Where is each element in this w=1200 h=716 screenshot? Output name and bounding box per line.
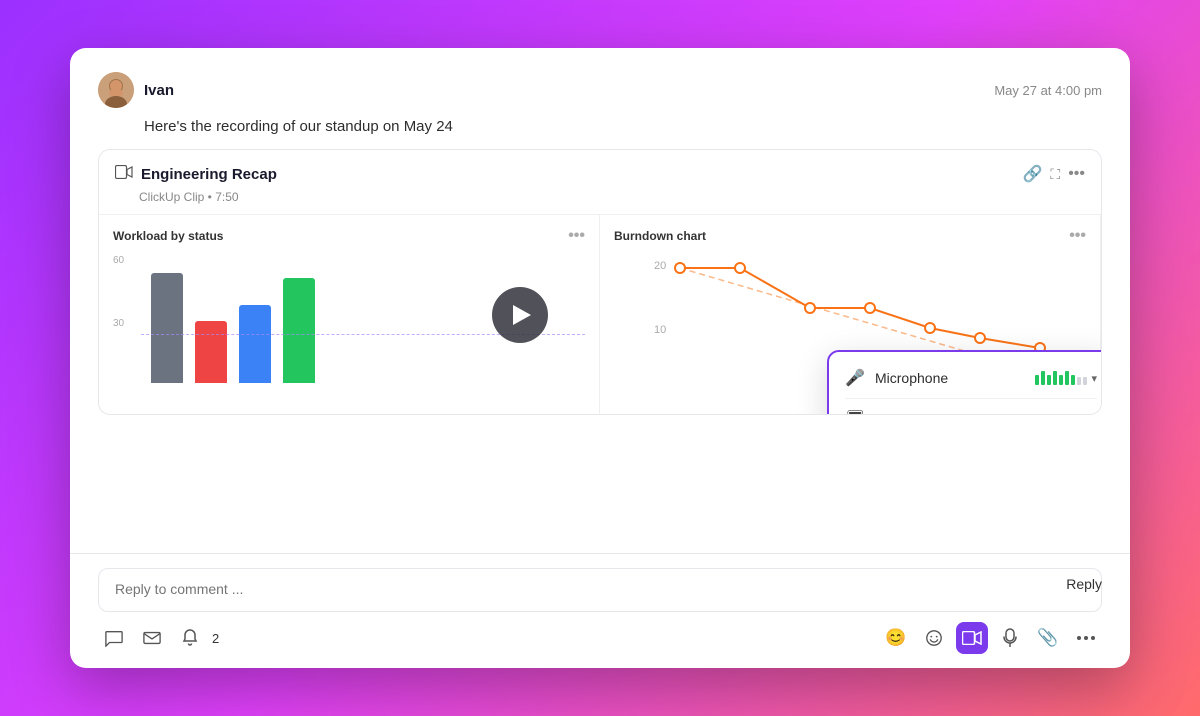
microphone-chevron[interactable]: ▾: [1091, 372, 1097, 385]
author-name: Ivan: [144, 82, 174, 99]
mic-bar-6: [1065, 371, 1069, 385]
attachment-button[interactable]: 📎: [1032, 622, 1064, 654]
bar-gray: [151, 273, 183, 383]
notification-count: 2: [212, 631, 219, 646]
emoji-button[interactable]: 😊: [880, 622, 912, 654]
clip-actions: 🔗 ⛶ •••: [1022, 164, 1085, 184]
mic-bar-4: [1053, 371, 1057, 385]
reply-button[interactable]: Reply: [1066, 576, 1102, 592]
link-icon[interactable]: 🔗: [1022, 164, 1042, 184]
clip-title-row: Engineering Recap: [115, 165, 277, 184]
share-screen-value: 1440×900px ▾: [1016, 412, 1097, 416]
message-area: Ivan May 27 at 4:00 pm Here's the record…: [70, 48, 1130, 553]
message-author: Ivan: [98, 72, 174, 108]
svg-text:10: 10: [654, 324, 666, 336]
svg-text:20: 20: [654, 260, 666, 272]
clip-meta: ClickUp Clip • 7:50: [99, 188, 1101, 214]
mic-bar-7: [1071, 375, 1075, 385]
notification-icon-btn[interactable]: [174, 622, 206, 654]
mic-bars: [1035, 371, 1087, 385]
more-icon[interactable]: •••: [1068, 165, 1085, 183]
bar-blue: [239, 305, 271, 383]
mic-bar-3: [1047, 375, 1051, 385]
avatar: [98, 72, 134, 108]
more-options-button[interactable]: [1070, 622, 1102, 654]
share-screen-chevron[interactable]: ▾: [1091, 413, 1097, 416]
mic-bar-9: [1083, 377, 1087, 385]
microphone-value: ▾: [1035, 371, 1097, 385]
bottom-area: Reply: [70, 553, 1130, 668]
video-record-button[interactable]: [956, 622, 988, 654]
message-timestamp: May 27 at 4:00 pm: [994, 83, 1102, 98]
share-screen-label: Share Screen: [875, 411, 1006, 415]
clip-title: Engineering Recap: [141, 166, 277, 183]
microphone-icon: 🎤: [845, 368, 865, 388]
toolbar-left: 2: [98, 622, 219, 654]
app-window: Ivan May 27 at 4:00 pm Here's the record…: [70, 48, 1130, 668]
chat-icon-btn[interactable]: [98, 622, 130, 654]
clip-header: Engineering Recap 🔗 ⛶ •••: [99, 150, 1101, 188]
popup-divider-1: [845, 398, 1097, 399]
mic-button[interactable]: [994, 622, 1026, 654]
mic-bar-8: [1077, 377, 1081, 385]
burndown-chart-title: Burndown chart •••: [614, 227, 1086, 245]
message-header: Ivan May 27 at 4:00 pm: [98, 72, 1102, 108]
bar-red: [195, 321, 227, 383]
message-text: Here's the recording of our standup on M…: [144, 118, 1102, 135]
reply-input[interactable]: [115, 581, 1085, 597]
microphone-label: Microphone: [875, 370, 1025, 386]
bar-chart-more[interactable]: •••: [568, 227, 585, 245]
mic-bar-1: [1035, 375, 1039, 385]
expand-icon[interactable]: ⛶: [1050, 166, 1060, 183]
charts-area: Workload by status ••• 60 30: [99, 214, 1101, 414]
toolbar-row: 2 😊: [98, 622, 1102, 654]
toolbar-right: 😊: [880, 622, 1102, 654]
email-icon-btn[interactable]: [136, 622, 168, 654]
recording-popup: 🎤 Microphone: [827, 350, 1102, 415]
mic-bar-2: [1041, 371, 1045, 385]
mic-bar-5: [1059, 375, 1063, 385]
microphone-row: 🎤 Microphone: [845, 368, 1097, 388]
screen-icon: 🖥: [845, 409, 865, 415]
reaction-button[interactable]: [918, 622, 950, 654]
bar-green: [283, 278, 315, 383]
burndown-chart-more[interactable]: •••: [1069, 227, 1086, 245]
y-axis-labels: 60 30: [113, 253, 124, 383]
clip-icon: [115, 165, 133, 184]
reply-input-wrapper[interactable]: [98, 568, 1102, 612]
play-button[interactable]: [492, 287, 548, 343]
bar-chart-title: Workload by status •••: [113, 227, 585, 245]
clip-card: Engineering Recap 🔗 ⛶ ••• ClickUp Clip •…: [98, 149, 1102, 415]
play-triangle-icon: [513, 305, 531, 325]
share-screen-row: 🖥 Share Screen 1440×900px ▾: [845, 409, 1097, 415]
